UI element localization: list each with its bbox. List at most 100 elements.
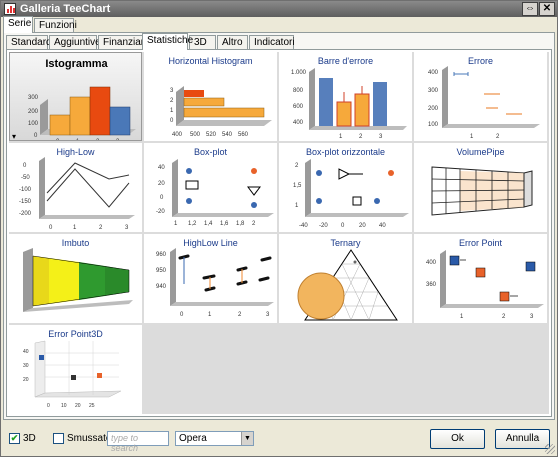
svg-text:20: 20 [359, 223, 366, 229]
gallery-item-error-point[interactable]: Error Point 400 360 1 2 3 [414, 234, 547, 323]
box-plot-thumbnail: 40 20 0 -20 1 1,2 1,4 1,6 1,8 2 [156, 159, 274, 227]
ternary-thumbnail [297, 249, 398, 321]
histogram-thumbnail: 300 200 100 0 0 1 2 3 [28, 86, 136, 141]
gallery-item-istogramma[interactable]: Istogramma 300 200 100 0 0 1 2 3 ▾ [9, 52, 142, 141]
svg-text:1,6: 1,6 [220, 221, 229, 227]
svg-text:2: 2 [502, 314, 506, 320]
svg-text:1: 1 [170, 108, 174, 114]
tab-funzioni[interactable]: Funzioni [34, 18, 77, 33]
resize-grip-icon[interactable] [545, 444, 555, 454]
tab-3d[interactable]: 3D [189, 35, 216, 50]
gallery-item-errore[interactable]: Errore 400 300 200 100 1 2 [414, 52, 547, 141]
svg-text:40: 40 [158, 165, 165, 171]
svg-text:560: 560 [238, 132, 249, 138]
checkbox-3d-label: 3D [23, 433, 36, 444]
gallery-item-box-plot[interactable]: Box-plot 40 20 0 -20 1 1,2 1,4 1,6 1,8 2 [144, 143, 277, 232]
svg-text:-40: -40 [299, 223, 308, 229]
svg-text:1: 1 [208, 312, 212, 318]
gallery-item-high-low[interactable]: High-Low 0 -50 -100 -150 -200 0 1 2 3 [9, 143, 142, 232]
gallery-item-error-point3d[interactable]: Error Point3D 40 30 20 0 10 20 25 [9, 325, 142, 414]
svg-text:0: 0 [47, 403, 50, 409]
tab-serie[interactable]: Serie [3, 16, 33, 33]
svg-text:3: 3 [116, 139, 120, 141]
svg-text:0: 0 [49, 225, 53, 231]
svg-text:960: 960 [156, 252, 167, 258]
checkbox-smussato[interactable] [53, 433, 64, 444]
svg-text:1: 1 [174, 221, 178, 227]
svg-text:40: 40 [23, 349, 29, 355]
svg-text:-20: -20 [319, 223, 328, 229]
dropdown-arrow-icon[interactable]: ▾ [12, 132, 16, 140]
svg-text:1,4: 1,4 [204, 221, 213, 227]
restore-button[interactable]: ⇔ [522, 2, 538, 16]
gallery-grid: Istogramma 300 200 100 0 0 1 2 3 ▾ Horizontal H… [9, 52, 549, 414]
svg-text:600: 600 [293, 104, 304, 110]
gallery-item-box-plot-orizzontale[interactable]: Box-plot orizzontale 2 1,5 1 -40 -20 0 20 40 [279, 143, 412, 232]
chevron-down-icon[interactable]: ▼ [241, 432, 253, 445]
error-bars-thumbnail: 1.000 800 600 400 1 2 3 [291, 68, 407, 140]
gallery-item-highlow-line[interactable]: HighLow Line 960 950 940 0 1 2 3 [144, 234, 277, 323]
svg-text:0: 0 [341, 223, 345, 229]
gallery-item-volumepipe[interactable]: VolumePipe [414, 143, 547, 232]
tab-finanziario[interactable]: Finanziario [98, 35, 152, 50]
svg-text:1.000: 1.000 [291, 70, 307, 76]
error-point-thumbnail: 400 360 1 2 3 [426, 250, 544, 320]
svg-text:1: 1 [295, 203, 299, 209]
svg-text:20: 20 [75, 403, 81, 409]
svg-text:1: 1 [470, 134, 474, 140]
gallery-item-barre-errore[interactable]: Barre d'errore 1.000 800 600 400 1 2 3 [279, 52, 412, 141]
svg-text:3: 3 [530, 314, 534, 320]
svg-text:500: 500 [190, 132, 201, 138]
series-panel: Standard Aggiuntive Finanziario Statisti… [3, 32, 555, 420]
gallery-item-horizontal-histogram[interactable]: Horizontal Histogram 3 2 1 0 400 500 520 540 560 [144, 52, 277, 141]
svg-text:1,5: 1,5 [293, 183, 302, 189]
svg-text:540: 540 [222, 132, 233, 138]
svg-text:100: 100 [428, 122, 439, 128]
svg-text:400: 400 [428, 70, 439, 76]
svg-text:300: 300 [428, 88, 439, 94]
window-title: Galleria TeeChart [20, 3, 111, 15]
title-bar: Galleria TeeChart ⇔ ✕ [1, 1, 557, 17]
svg-text:3: 3 [266, 312, 270, 318]
svg-text:0: 0 [170, 118, 174, 124]
error-thumbnail: 400 300 200 100 1 2 [428, 66, 540, 140]
close-button[interactable]: ✕ [539, 2, 555, 16]
svg-text:25: 25 [89, 403, 95, 409]
tab-statistiche[interactable]: Statistiche [142, 33, 193, 50]
svg-text:2: 2 [170, 98, 174, 104]
error-point3d-thumbnail: 40 30 20 0 10 20 25 [23, 340, 122, 409]
checkbox-3d[interactable]: ✔ [9, 433, 20, 444]
svg-text:1,8: 1,8 [236, 221, 245, 227]
tab-aggiuntive[interactable]: Aggiuntive [49, 35, 101, 50]
svg-text:1: 1 [73, 225, 77, 231]
svg-text:20: 20 [23, 377, 29, 383]
svg-text:1: 1 [76, 139, 80, 141]
gallery-item-imbuto[interactable]: Imbuto [9, 234, 142, 323]
cancel-button[interactable]: Annulla [495, 429, 550, 449]
svg-text:20: 20 [158, 181, 165, 187]
svg-text:800: 800 [293, 88, 304, 94]
svg-text:3: 3 [379, 134, 383, 140]
funnel-thumbnail [23, 248, 133, 312]
gallery-panel: Istogramma 300 200 100 0 0 1 2 3 ▾ Horizontal H… [6, 49, 552, 417]
svg-text:1,2: 1,2 [188, 221, 197, 227]
tab-indicatori[interactable]: Indicatori [249, 35, 295, 50]
svg-text:0: 0 [180, 312, 184, 318]
svg-text:40: 40 [379, 223, 386, 229]
svg-text:0: 0 [56, 139, 60, 141]
svg-text:2: 2 [295, 163, 299, 169]
tab-altro[interactable]: Altro [217, 35, 248, 50]
tab-standard[interactable]: Standard [6, 35, 52, 50]
svg-text:-150: -150 [19, 199, 32, 205]
svg-text:-20: -20 [156, 209, 165, 215]
gallery-item-ternary[interactable]: Ternary [279, 234, 412, 323]
svg-text:400: 400 [293, 120, 304, 126]
svg-text:3: 3 [125, 225, 129, 231]
highlow-line-thumbnail: 960 950 940 0 1 2 3 [156, 248, 274, 318]
theme-select[interactable]: Opera ▼ [175, 431, 254, 446]
search-input[interactable]: type to search [107, 431, 169, 453]
svg-text:2: 2 [99, 225, 103, 231]
svg-text:950: 950 [156, 268, 167, 274]
app-icon [4, 3, 16, 15]
ok-button[interactable]: Ok [430, 429, 485, 449]
